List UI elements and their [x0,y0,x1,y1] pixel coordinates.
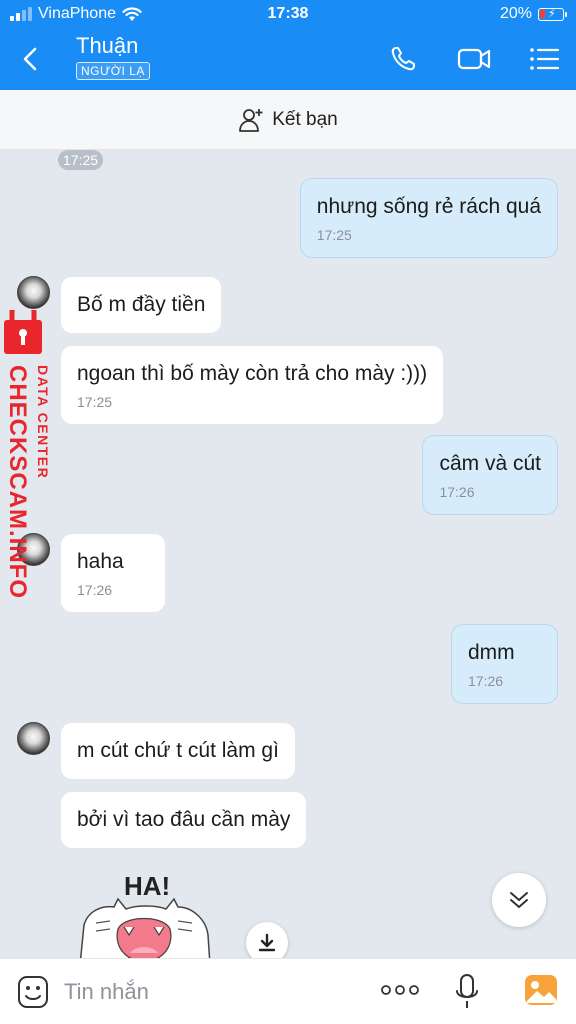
chat-area[interactable]: 17:25 nhưng sống rẻ rách quá 17:25 Bố m … [0,150,576,958]
menu-icon[interactable] [528,44,562,74]
message-text: m cút chứ t cút làm gì [77,739,279,762]
message-text: nhưng sống rẻ rách quá [316,195,541,218]
message-time: 17:25 [316,227,352,243]
clock: 17:38 [267,5,309,22]
double-chevron-down-icon [510,892,528,908]
watermark-line1: DATA CENTER [35,365,51,479]
watermark-logo: DATA CENTER CHECKSCAM.INFO [4,310,51,599]
back-icon[interactable] [16,44,44,74]
message-incoming[interactable]: ngoan thì bố mày còn trả cho mày :))) 17… [60,345,445,425]
cat-sticker[interactable]: HA! [74,865,214,958]
input-bar [0,958,576,1024]
message-incoming[interactable]: haha 17:26 [60,533,166,613]
message-text: dmm [468,641,515,664]
status-right: 20% ⚡ [499,5,567,23]
battery-icon: ⚡ [538,7,567,21]
message-text: ngoan thì bố mày còn trả cho mày :))) [77,362,428,385]
message-text: Bố m đầy tiền [77,293,206,316]
message-time: 17:26 [439,484,475,500]
message-time: 17:25 [77,394,113,410]
contact-info[interactable]: Thuận NGƯỜI LẠ [76,32,150,80]
message-outgoing[interactable]: dmm 17:26 [451,624,558,704]
message-text: haha [77,550,124,573]
video-call-icon[interactable] [457,44,491,74]
message-time: 17:26 [468,673,504,689]
scroll-to-bottom-button[interactable] [492,873,546,927]
message-outgoing[interactable]: nhưng sống rẻ rách quá 17:25 [299,178,558,258]
add-user-icon [239,108,263,132]
message-text: câm và cút [439,452,541,475]
more-options-icon[interactable] [380,983,420,997]
watermark-line2: CHECKSCAM.INFO [4,365,31,599]
stranger-badge: NGƯỜI LẠ [76,62,150,80]
add-friend-button[interactable]: Kết bạn [0,90,576,150]
phone-call-icon[interactable] [388,44,422,74]
message-incoming[interactable]: m cút chứ t cút làm gì [60,722,296,780]
avatar[interactable] [17,276,50,309]
download-button[interactable] [246,922,288,958]
message-outgoing[interactable]: câm và cút 17:26 [422,435,558,515]
chat-header: VinaPhone 17:38 20% ⚡ Thuận NGƯỜI LẠ [0,0,576,90]
download-icon [258,933,276,952]
contact-name: Thuận [76,33,139,58]
microphone-icon[interactable] [455,973,479,1011]
message-input[interactable] [64,977,354,1007]
message-text: bởi vì tao đâu cần mày [77,808,291,831]
message-incoming[interactable]: Bố m đầy tiền [60,276,223,334]
message-incoming[interactable]: bởi vì tao đâu cần mày [60,791,308,849]
add-friend-label: Kết bạn [272,108,338,130]
status-bar: VinaPhone 17:38 20% ⚡ [0,0,576,28]
battery-percent: 20% [499,5,532,22]
sticker-text: HA! [124,871,170,901]
image-gallery-icon[interactable] [523,973,559,1007]
message-time: 17:26 [77,582,113,598]
time-separator: 17:25 [58,150,104,170]
emoji-sticker-icon[interactable] [17,975,49,1009]
